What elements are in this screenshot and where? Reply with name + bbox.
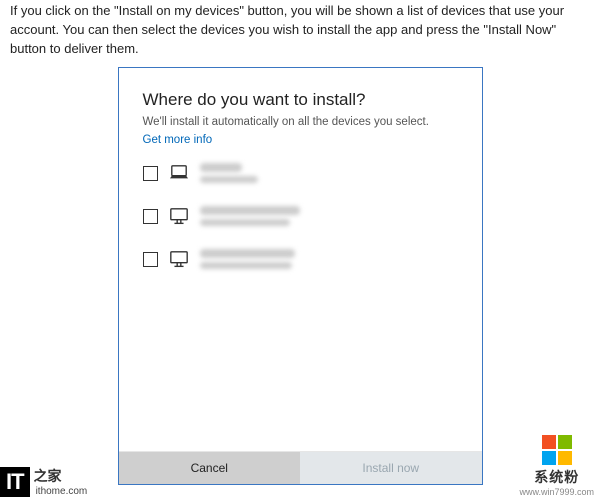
watermark-right-label: 系统粉	[519, 467, 594, 487]
dialog-button-bar: Cancel Install now	[119, 451, 482, 484]
watermark-left: IT 之家 ithome.com	[0, 466, 87, 497]
desktop-icon	[168, 250, 190, 270]
device-label	[200, 162, 458, 187]
device-label	[200, 205, 458, 230]
watermark-right-url: www.win7999.com	[519, 487, 594, 497]
install-dialog: Where do you want to install? We'll inst…	[118, 67, 483, 485]
install-now-button[interactable]: Install now	[300, 452, 482, 484]
it-logo: IT	[0, 467, 30, 497]
watermark-left-text: 之家 ithome.com	[34, 466, 88, 497]
watermark-right: 系统粉 www.win7999.com	[519, 435, 594, 497]
device-row	[143, 248, 458, 273]
get-more-info-link[interactable]: Get more info	[143, 134, 213, 146]
intro-paragraph: If you click on the "Install on my devic…	[0, 0, 600, 67]
dialog-title: Where do you want to install?	[143, 90, 458, 110]
dialog-body: Where do you want to install? We'll inst…	[119, 68, 482, 451]
desktop-icon	[168, 207, 190, 227]
dialog-container: Where do you want to install? We'll inst…	[0, 67, 600, 485]
device-row	[143, 205, 458, 230]
dialog-subtitle: We'll install it automatically on all th…	[143, 116, 458, 128]
laptop-icon	[168, 164, 190, 182]
device-checkbox[interactable]	[143, 209, 158, 224]
microsoft-logo-icon	[542, 435, 572, 465]
device-label	[200, 248, 458, 273]
device-checkbox[interactable]	[143, 166, 158, 181]
cancel-button[interactable]: Cancel	[119, 452, 301, 484]
device-checkbox[interactable]	[143, 252, 158, 267]
device-row	[143, 162, 458, 187]
